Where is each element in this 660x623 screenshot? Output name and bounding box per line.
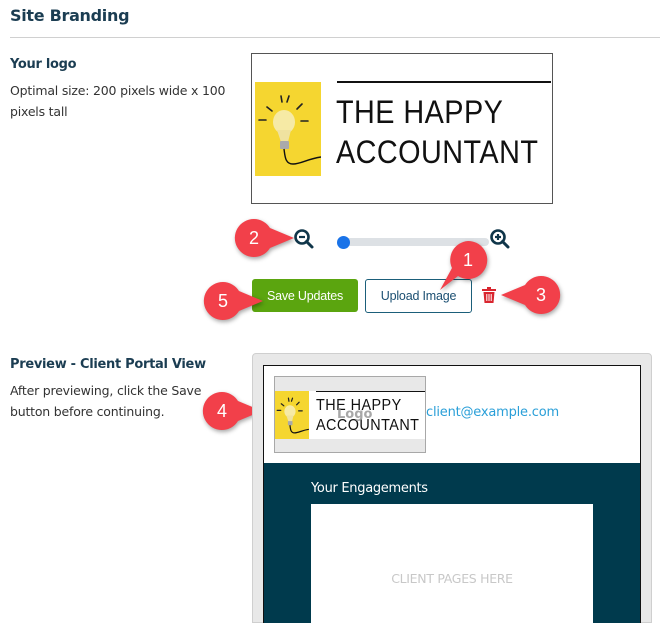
your-logo-label: Your logo [10, 57, 77, 72]
save-updates-button[interactable]: Save Updates [252, 279, 358, 312]
section-divider [10, 37, 660, 38]
callout-5: 5 [201, 279, 263, 323]
logo-alt-text: Logo [337, 407, 373, 422]
logo-size-hint-line1: Optimal size: 200 pixels wide x 100 [10, 83, 226, 98]
preview-lightbulb-image [275, 391, 309, 439]
preview-label: Preview - Client Portal View [10, 357, 206, 372]
callout-2: 2 [232, 216, 294, 260]
lightbulb-icon [258, 95, 321, 165]
callout-5-number: 5 [217, 290, 228, 311]
client-email-link[interactable]: client@example.com [426, 405, 559, 420]
lightbulb-icon [276, 397, 309, 434]
lightbulb-image [255, 82, 321, 176]
callout-1-number: 1 [462, 249, 473, 270]
preview-hint-line1: After previewing, click the Save [10, 383, 202, 398]
logo-text-line2: ACCOUNTANT [336, 134, 539, 170]
preview-logo: THE HAPPY ACCOUNTANT Logo [274, 376, 426, 453]
zoom-in-icon[interactable] [489, 228, 511, 250]
logo-size-hint: Optimal size: 200 pixels wide x 100 pixe… [10, 80, 225, 122]
zoom-slider-thumb[interactable] [337, 236, 350, 249]
callout-3-number: 3 [535, 284, 546, 305]
engagements-title: Your Engagements [311, 481, 428, 496]
preview-hint-line2: button before continuing. [10, 404, 165, 419]
callout-3: 3 [501, 273, 563, 317]
logo-text-line1: THE HAPPY [336, 94, 504, 130]
client-pages-area: CLIENT PAGES HERE [311, 504, 593, 623]
preview-hint: After previewing, click the Save button … [10, 380, 201, 422]
callout-2-number: 2 [248, 227, 259, 248]
callout-4-number: 4 [216, 400, 227, 421]
upload-image-button[interactable]: Upload Image [365, 279, 472, 313]
section-title: Site Branding [10, 6, 130, 25]
logo-size-hint-line2: pixels tall [10, 104, 68, 119]
callout-1: 1 [440, 238, 490, 290]
preview-logo-rule [316, 391, 425, 392]
callout-4: 4 [200, 389, 262, 433]
zoom-out-icon[interactable] [293, 228, 315, 250]
client-pages-placeholder: CLIENT PAGES HERE [391, 571, 513, 586]
logo-image-frame: THE HAPPY ACCOUNTANT [251, 53, 553, 204]
logo-rule [337, 81, 551, 83]
trash-icon[interactable] [482, 287, 496, 304]
